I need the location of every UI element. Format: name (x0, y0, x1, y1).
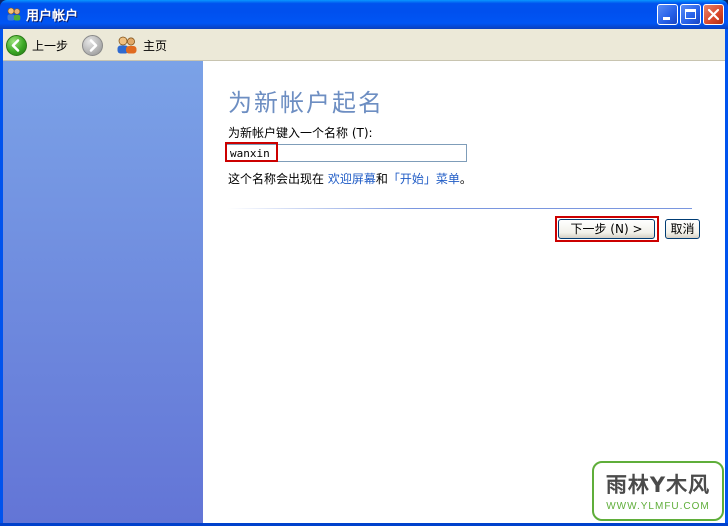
divider (228, 208, 692, 209)
close-icon (707, 8, 720, 21)
next-button[interactable]: 下一步 (N) > (558, 219, 655, 239)
close-button[interactable] (703, 4, 724, 25)
account-name-input[interactable] (226, 144, 467, 162)
welcome-screen-link[interactable]: 欢迎屏幕 (328, 172, 376, 186)
user-accounts-icon (7, 7, 21, 21)
toolbar: 上一步 主页 (3, 29, 725, 61)
minimize-button[interactable] (657, 4, 678, 25)
cancel-button[interactable]: 取消 (665, 219, 700, 239)
forward-arrow-icon (82, 34, 103, 56)
maximize-button[interactable] (680, 4, 701, 25)
users-home-icon (117, 36, 137, 54)
maximize-icon (685, 9, 696, 19)
site-watermark: 雨林Y木风 WWW.YLMFU.COM (592, 461, 724, 521)
note-prefix: 这个名称会出现在 (228, 172, 328, 186)
home-button[interactable]: 主页 (116, 33, 167, 57)
note-and: 和 (375, 172, 388, 186)
watermark-url: WWW.YLMFU.COM (606, 501, 710, 512)
page-title: 为新帐户起名 (228, 89, 384, 117)
home-label: 主页 (143, 38, 168, 53)
back-button[interactable]: 上一步 (6, 33, 68, 57)
title-bar[interactable]: 用户帐户 (0, 0, 728, 29)
forward-button[interactable] (82, 33, 103, 57)
user-accounts-window: 用户帐户 上一步 主页 为新帐户起名 为新帐户键入一个名称 (T): wanxi… (0, 0, 728, 526)
minimize-icon (663, 17, 670, 20)
window-title: 用户帐户 (26, 9, 79, 24)
note-suffix: 。 (459, 172, 472, 186)
back-arrow-icon (6, 34, 27, 56)
name-prompt-label: 为新帐户键入一个名称 (T): (228, 126, 373, 140)
back-label: 上一步 (32, 38, 69, 53)
name-usage-note: 这个名称会出现在 欢迎屏幕和「开始」菜单。 (228, 170, 472, 187)
start-menu-link[interactable]: 「开始」菜单 (388, 172, 460, 186)
main-panel: 为新帐户起名 为新帐户键入一个名称 (T): 这个名称会出现在 欢迎屏幕和「开始… (203, 61, 725, 523)
watermark-logo-text: 雨林Y木风 (605, 473, 711, 497)
sidebar-panel (3, 61, 203, 523)
